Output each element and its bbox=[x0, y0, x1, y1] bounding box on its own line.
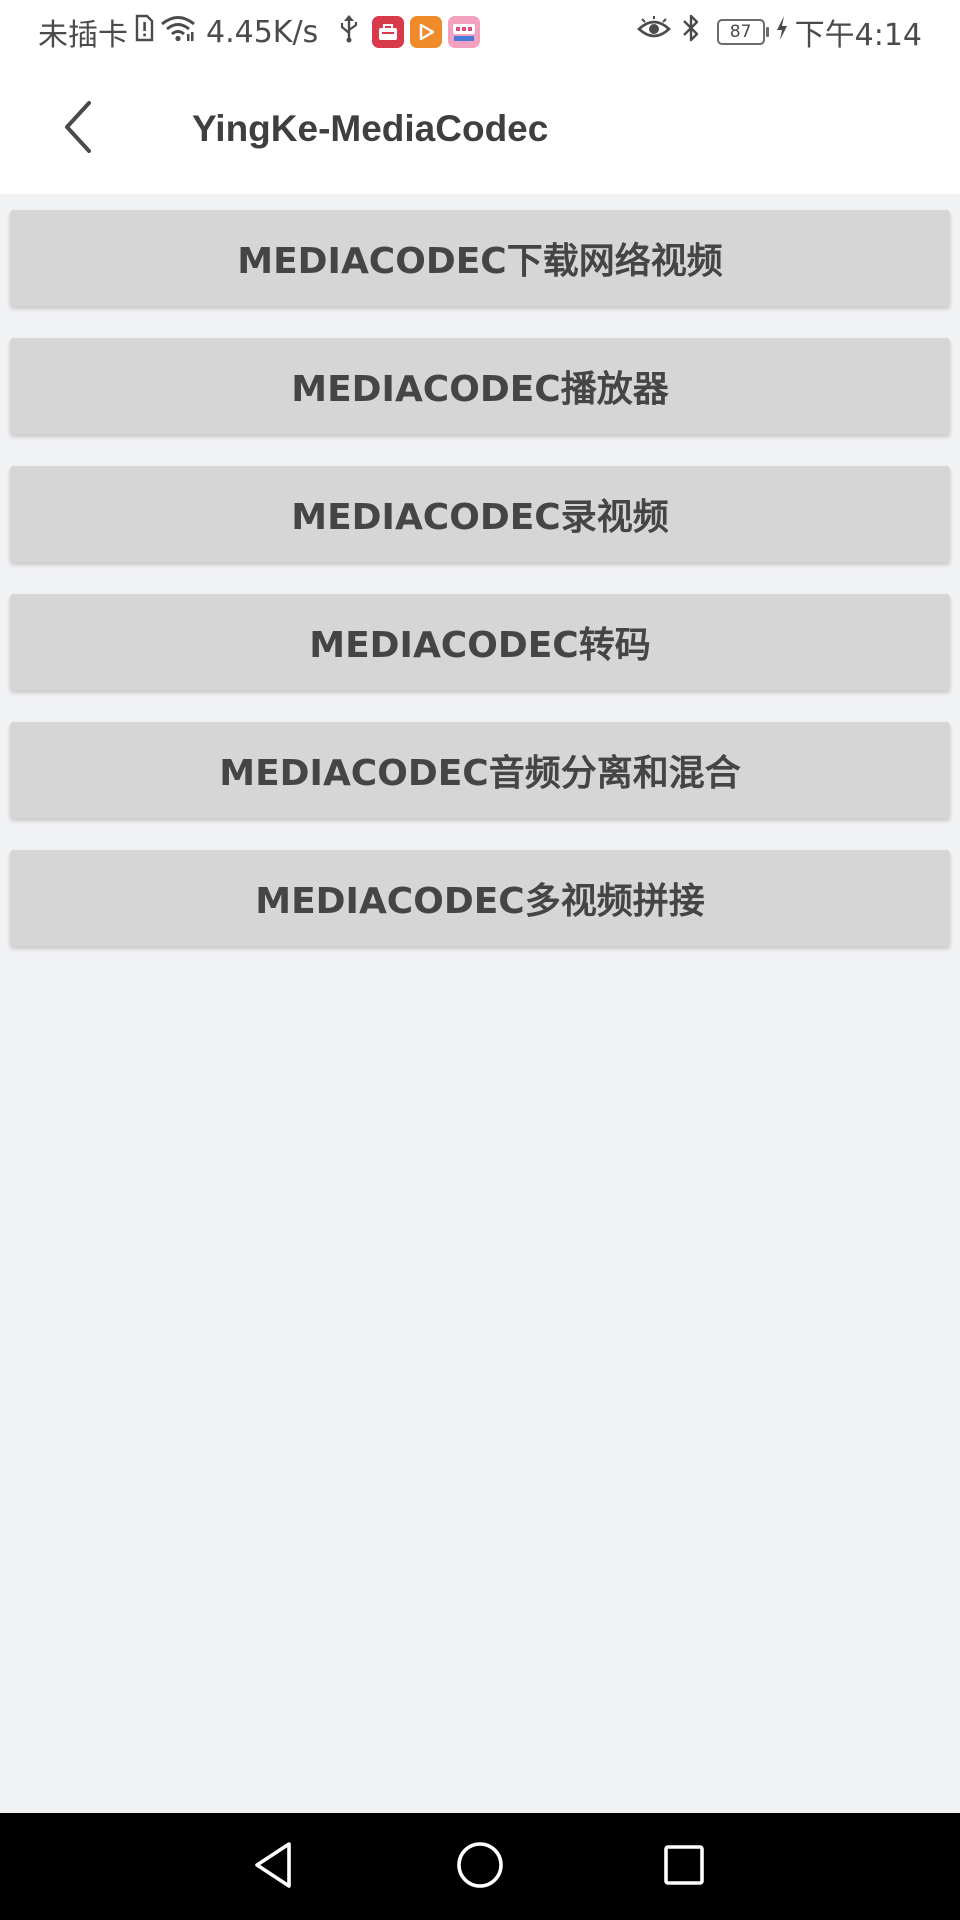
back-button[interactable] bbox=[44, 94, 114, 164]
recents-square-icon bbox=[660, 1841, 708, 1893]
player-button[interactable]: MEDIACODEC播放器 bbox=[10, 338, 950, 434]
chevron-left-icon bbox=[59, 97, 99, 161]
charging-icon bbox=[775, 14, 789, 50]
system-nav-bar bbox=[0, 1813, 960, 1920]
download-network-video-button[interactable]: MEDIACODEC下载网络视频 bbox=[10, 210, 950, 306]
status-right: 87 下午4:14 bbox=[636, 12, 922, 53]
bluetooth-icon bbox=[681, 13, 701, 51]
menu-list: MEDIACODEC下载网络视频 MEDIACODEC播放器 MEDIACODE… bbox=[10, 210, 950, 978]
battery-icon: 87 bbox=[716, 19, 769, 45]
network-speed-text: 4.45K/s bbox=[206, 14, 319, 50]
eye-icon bbox=[636, 15, 671, 50]
status-bar: 未插卡 4.45K/s 87 下午4:14 bbox=[0, 0, 960, 64]
nav-recents-button[interactable] bbox=[652, 1835, 716, 1899]
record-video-button[interactable]: MEDIACODEC录视频 bbox=[10, 466, 950, 562]
wifi-icon bbox=[160, 14, 196, 50]
back-triangle-icon bbox=[249, 1839, 299, 1895]
sim-alert-icon bbox=[134, 14, 154, 50]
nav-home-button[interactable] bbox=[448, 1835, 512, 1899]
transcode-button[interactable]: MEDIACODEC转码 bbox=[10, 594, 950, 690]
bilibili-icon bbox=[448, 16, 481, 48]
page-title: YingKe-MediaCodec bbox=[192, 108, 549, 149]
app-toolbar: YingKe-MediaCodec bbox=[0, 64, 960, 194]
status-left: 未插卡 4.45K/s bbox=[38, 12, 481, 53]
usb-icon bbox=[338, 13, 360, 51]
nav-back-button[interactable] bbox=[242, 1835, 306, 1899]
multi-video-concat-button[interactable]: MEDIACODEC多视频拼接 bbox=[10, 850, 950, 946]
audio-separate-mix-button[interactable]: MEDIACODEC音频分离和混合 bbox=[10, 722, 950, 818]
app-video-icon bbox=[410, 16, 443, 48]
app-shop-icon bbox=[372, 16, 405, 48]
carrier-text: 未插卡 bbox=[38, 18, 128, 53]
clock-text: 下午4:14 bbox=[794, 18, 922, 53]
home-circle-icon bbox=[454, 1839, 506, 1895]
